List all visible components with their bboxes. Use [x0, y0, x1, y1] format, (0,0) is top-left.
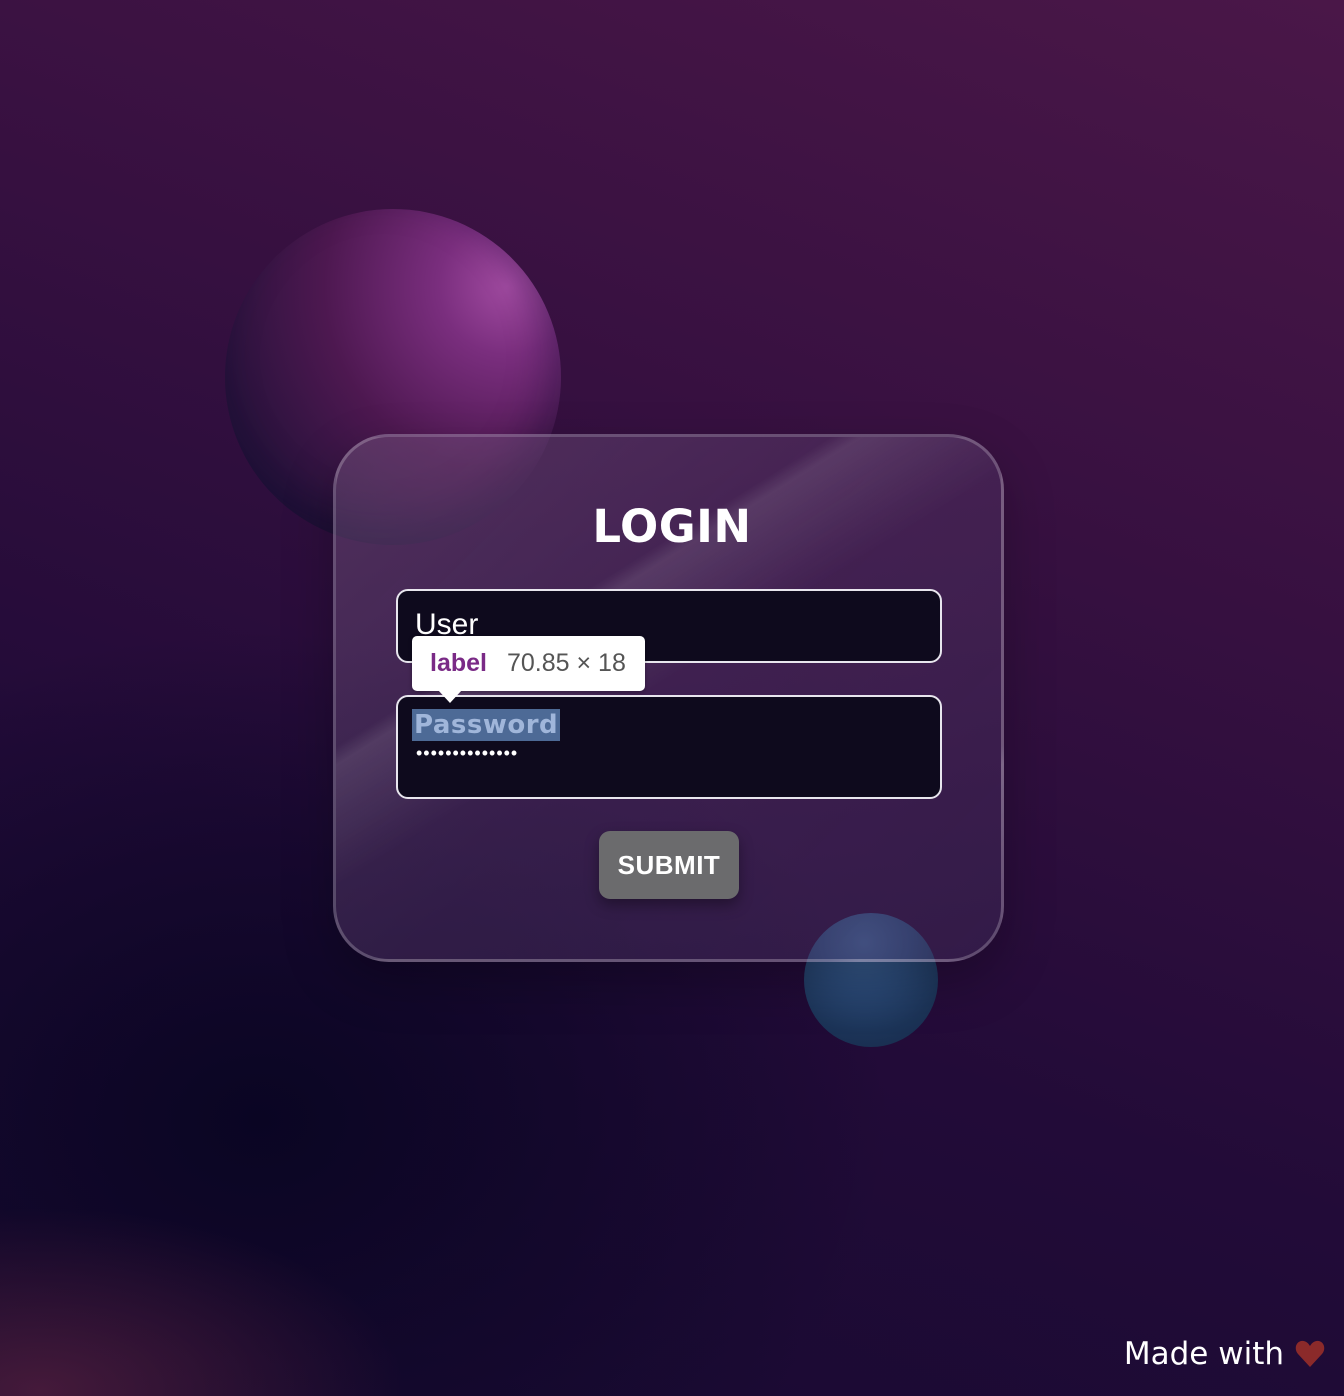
- password-value: ••••••••••••••: [416, 743, 519, 763]
- made-with-footer: Made with: [1124, 1336, 1326, 1372]
- password-field[interactable]: Password ••••••••••••••: [396, 695, 942, 799]
- tooltip-tag-name: label: [430, 649, 487, 677]
- tooltip-element-size: 70.85 × 18: [506, 649, 626, 677]
- devtools-inspect-tooltip: label 70.85 × 18: [412, 636, 645, 703]
- heart-icon-svg: [1295, 1340, 1325, 1367]
- login-title: LOGIN: [592, 500, 752, 553]
- password-field-label: Password: [412, 709, 561, 741]
- submit-button[interactable]: SUBMIT: [599, 831, 739, 899]
- heart-icon: [1294, 1338, 1326, 1370]
- footer-text: Made with: [1123, 1336, 1284, 1372]
